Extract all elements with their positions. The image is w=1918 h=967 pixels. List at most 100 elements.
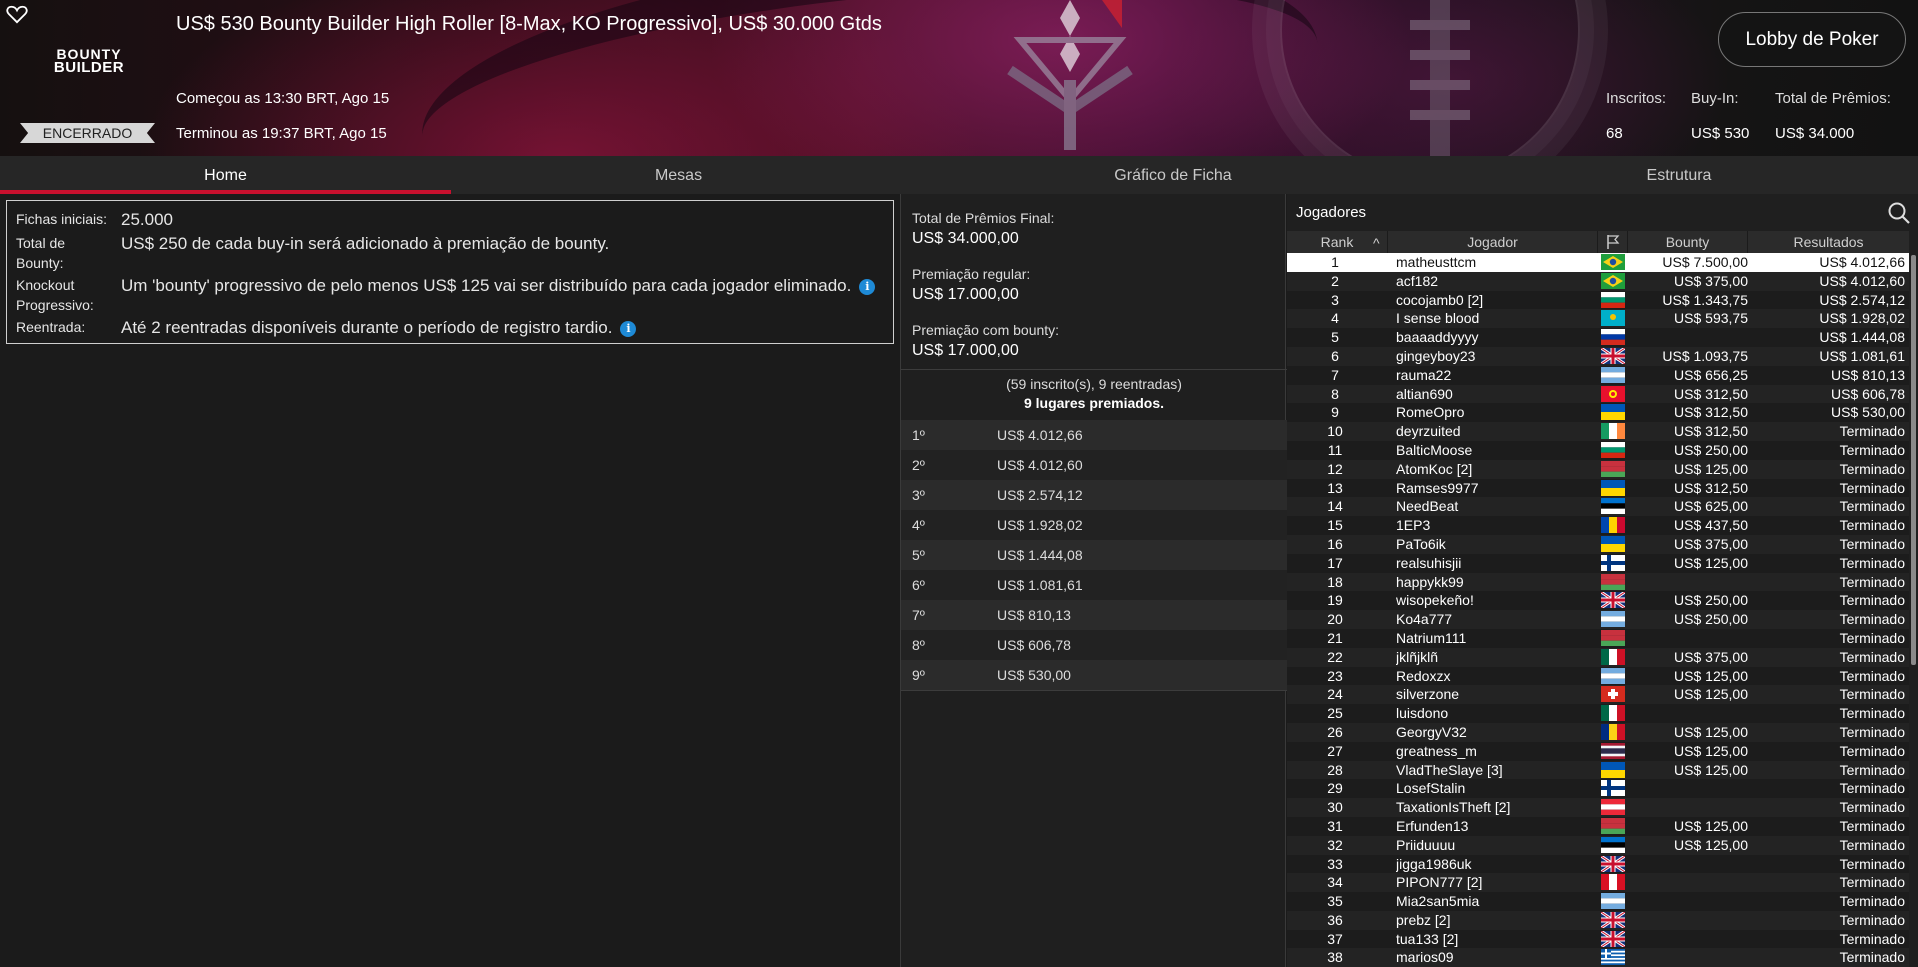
player-rank: 34 xyxy=(1327,874,1343,891)
tab-home[interactable]: Home xyxy=(0,156,451,194)
total-prize-value: US$ 34.000 xyxy=(1775,125,1855,142)
player-row[interactable]: 32 Priiduuuu US$ 125,00 Terminado xyxy=(1287,835,1909,855)
favorite-heart-icon[interactable] xyxy=(6,4,28,24)
player-row[interactable]: 31 Erfunden13 US$ 125,00 Terminado xyxy=(1287,816,1909,836)
player-row[interactable]: 22 jklñjklñ US$ 375,00 Terminado xyxy=(1287,647,1909,667)
payout-place: 1º xyxy=(912,427,925,443)
player-row[interactable]: 35 Mia2san5mia Terminado xyxy=(1287,892,1909,911)
player-rank: 2 xyxy=(1331,272,1339,289)
tab-chip-chart[interactable]: Gráfico de Ficha xyxy=(906,156,1440,194)
bounty-total-value: US$ 250 de cada buy-in será adicionado à… xyxy=(121,234,610,253)
column-player[interactable]: Jogador xyxy=(1388,231,1598,253)
player-row[interactable]: 26 GeorgyV32 US$ 125,00 Terminado xyxy=(1287,722,1909,742)
player-row[interactable]: 10 deyrzuited US$ 312,50 Terminado xyxy=(1287,422,1909,441)
player-row[interactable]: 27 greatness_m US$ 125,00 Terminado xyxy=(1287,741,1909,761)
players-scrollbar[interactable] xyxy=(1909,253,1918,967)
column-country[interactable] xyxy=(1598,231,1628,253)
player-row[interactable]: 37 tua133 [2] Terminado xyxy=(1287,929,1909,949)
player-row[interactable]: 29 LosefStalin Terminado xyxy=(1287,779,1909,799)
player-row[interactable]: 23 Redoxzx US$ 125,00 Terminado xyxy=(1287,666,1909,686)
tab-tables[interactable]: Mesas xyxy=(451,156,906,194)
poker-lobby-button[interactable]: Lobby de Poker xyxy=(1718,12,1906,67)
player-row[interactable]: 21 Natrium111 Terminado xyxy=(1287,628,1909,648)
country-flag-fi-icon xyxy=(1601,780,1625,797)
player-row[interactable]: 20 Ko4a777 US$ 250,00 Terminado xyxy=(1287,610,1909,629)
country-flag-gb-icon xyxy=(1601,347,1625,364)
starting-chips-label: Fichas iniciais: xyxy=(16,211,108,227)
player-name: marios09 xyxy=(1396,949,1454,966)
country-flag-fi-icon xyxy=(1601,554,1625,571)
player-row[interactable]: 25 luisdono Terminado xyxy=(1287,704,1909,723)
player-row[interactable]: 15 1EP3 US$ 437,50 Terminado xyxy=(1287,516,1909,535)
column-rank[interactable]: Rank ^ xyxy=(1287,231,1388,253)
players-table-body: 1 matheusttcm US$ 7.500,00 US$ 4.012,66 2 acf… xyxy=(1287,253,1909,967)
player-country xyxy=(1600,309,1626,327)
player-row[interactable]: 13 Ramses9977 US$ 312,50 Terminado xyxy=(1287,478,1909,498)
scroll-thumb[interactable] xyxy=(1911,255,1916,665)
player-row[interactable]: 5 baaaaddyyyy US$ 1.444,08 xyxy=(1287,328,1909,347)
info-icon[interactable]: i xyxy=(620,321,637,337)
player-row[interactable]: 9 RomeOpro US$ 312,50 US$ 530,00 xyxy=(1287,403,1909,423)
player-row[interactable]: 12 AtomKoc [2] US$ 125,00 Terminado xyxy=(1287,459,1909,479)
player-row[interactable]: 24 silverzone US$ 125,00 Terminado xyxy=(1287,685,1909,705)
player-rank: 30 xyxy=(1327,799,1343,816)
player-row[interactable]: 2 acf182 US$ 375,00 US$ 4.012,60 xyxy=(1287,271,1909,291)
player-bounty: US$ 125,00 xyxy=(1674,667,1748,684)
player-result: Terminado xyxy=(1839,479,1905,496)
player-name: jklñjklñ xyxy=(1396,648,1439,665)
entrants-label: Inscritos: xyxy=(1606,90,1667,107)
player-rank: 5 xyxy=(1331,329,1339,346)
country-flag-ie-icon xyxy=(1601,423,1625,440)
player-country xyxy=(1600,817,1626,835)
search-icon[interactable] xyxy=(1887,201,1911,225)
player-rank: 24 xyxy=(1327,686,1343,703)
player-row[interactable]: 16 PaTo6ik US$ 375,00 Terminado xyxy=(1287,534,1909,554)
player-row[interactable]: 1 matheusttcm US$ 7.500,00 US$ 4.012,66 xyxy=(1287,253,1909,272)
player-bounty: US$ 312,50 xyxy=(1674,479,1748,496)
player-row[interactable]: 7 rauma22 US$ 656,25 US$ 810,13 xyxy=(1287,365,1909,385)
payout-amount: US$ 4.012,66 xyxy=(997,427,1083,443)
player-row[interactable]: 28 VladTheSlaye [3] US$ 125,00 Terminado xyxy=(1287,760,1909,780)
player-name: greatness_m xyxy=(1396,742,1477,759)
player-row[interactable]: 19 wisopekeño! US$ 250,00 Terminado xyxy=(1287,591,1909,611)
player-result: Terminado xyxy=(1839,799,1905,816)
player-result: Terminado xyxy=(1839,629,1905,646)
player-row[interactable]: 14 NeedBeat US$ 625,00 Terminado xyxy=(1287,497,1909,517)
country-flag-md-icon xyxy=(1601,517,1625,534)
player-row[interactable]: 30 TaxationIsTheft [2] Terminado xyxy=(1287,798,1909,817)
country-flag-th-icon xyxy=(1601,742,1625,759)
player-row[interactable]: 11 BalticMoose US$ 250,00 Terminado xyxy=(1287,440,1909,460)
country-flag-bg-icon xyxy=(1601,441,1625,458)
player-country xyxy=(1600,591,1626,609)
player-rank: 10 xyxy=(1327,423,1343,440)
player-row[interactable]: 17 realsuhisjii US$ 125,00 Terminado xyxy=(1287,553,1909,573)
player-row[interactable]: 6 gingeyboy23 US$ 1.093,75 US$ 1.081,61 xyxy=(1287,346,1909,366)
player-row[interactable]: 18 happykk99 Terminado xyxy=(1287,572,1909,592)
player-result: Terminado xyxy=(1839,930,1905,947)
column-results[interactable]: Resultados xyxy=(1748,231,1909,253)
tab-structure[interactable]: Estrutura xyxy=(1440,156,1918,194)
player-row[interactable]: 8 altian690 US$ 312,50 US$ 606,78 xyxy=(1287,384,1909,404)
player-name: BalticMoose xyxy=(1396,441,1473,458)
player-country xyxy=(1600,291,1626,309)
player-bounty: US$ 375,00 xyxy=(1674,535,1748,552)
player-bounty: US$ 125,00 xyxy=(1674,554,1748,571)
player-rank: 9 xyxy=(1331,404,1339,421)
player-name: Mia2san5mia xyxy=(1396,893,1480,910)
player-name: rauma22 xyxy=(1396,366,1452,383)
player-result: US$ 1.081,61 xyxy=(1819,347,1905,364)
player-result: Terminado xyxy=(1839,742,1905,759)
player-country xyxy=(1600,347,1626,365)
player-country xyxy=(1600,779,1626,797)
player-row[interactable]: 4 I sense blood US$ 593,75 US$ 1.928,02 xyxy=(1287,309,1909,329)
player-row[interactable]: 38 marios09 Terminado xyxy=(1287,948,1909,967)
player-row[interactable]: 33 jigga1986uk Terminado xyxy=(1287,854,1909,874)
column-bounty[interactable]: Bounty xyxy=(1628,231,1748,253)
player-row[interactable]: 36 prebz [2] Terminado xyxy=(1287,910,1909,930)
player-result: Terminado xyxy=(1839,573,1905,590)
player-row[interactable]: 34 PIPON777 [2] Terminado xyxy=(1287,873,1909,893)
player-row[interactable]: 3 cocojamb0 [2] US$ 1.343,75 US$ 2.574,12 xyxy=(1287,290,1909,310)
end-time: Terminou as 19:37 BRT, Ago 15 xyxy=(176,125,387,142)
info-icon[interactable]: i xyxy=(859,279,876,295)
tab-bar: Home Mesas Gráfico de Ficha Estrutura xyxy=(0,156,1918,194)
